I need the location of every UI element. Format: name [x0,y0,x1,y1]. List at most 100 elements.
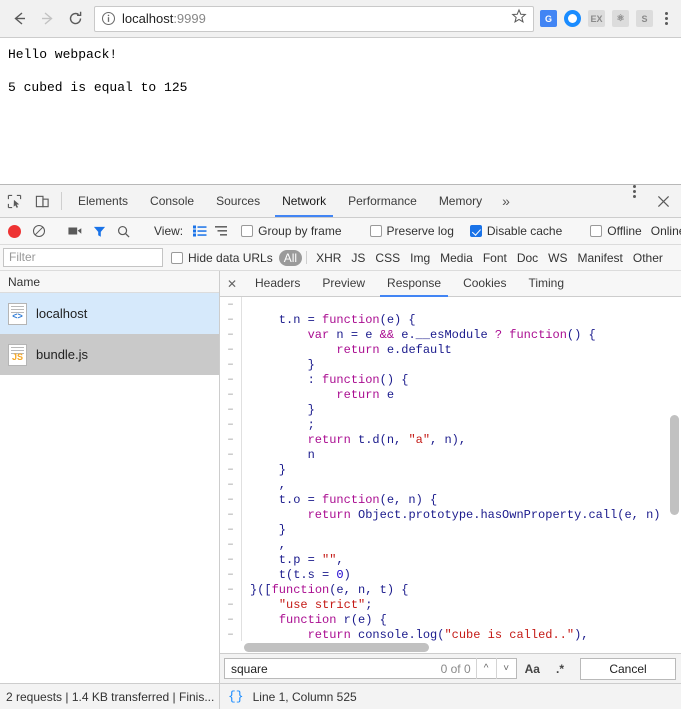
offline-checkbox[interactable]: Offline [590,224,641,238]
scrollbar-thumb[interactable] [670,415,679,515]
record-button[interactable] [8,225,21,238]
tab-elements[interactable]: Elements [67,185,139,217]
code-search-bar: square 0 of 0 ^ ˅ Aa .* Cancel [220,653,681,683]
request-row-localhost[interactable]: <> localhost [0,293,219,334]
vertical-scrollbar[interactable] [670,297,679,641]
checkbox-box[interactable] [590,225,602,237]
more-tabs-icon[interactable]: » [493,185,519,217]
pretty-print-icon[interactable]: {} [228,689,244,704]
info-icon[interactable] [101,11,116,26]
network-filter-bar: Filter Hide data URLs All XHR JS CSS Img… [0,245,681,271]
regex-button[interactable]: .* [548,662,572,676]
checkbox-box[interactable] [241,225,253,237]
list-view-icon[interactable] [190,221,210,241]
checkbox-box[interactable] [470,225,482,237]
column-header-name: Name [8,275,40,289]
filter-type-ws[interactable]: WS [543,250,572,266]
inspect-element-icon[interactable] [0,185,28,217]
back-button[interactable] [6,6,32,32]
network-toolbar: View: Group by frame Preserve log Disabl… [0,218,681,245]
request-list: Name <> localhost JS bundle.js [0,271,220,683]
response-close-icon[interactable]: ✕ [220,277,244,291]
address-bar[interactable]: localhost:9999 [94,6,534,32]
filter-type-font[interactable]: Font [478,250,512,266]
extension-label: S [641,14,647,24]
response-code-viewer[interactable]: ––––––––––––––––––––––––––– t.n = functi… [220,297,681,653]
filter-type-img[interactable]: Img [405,250,435,266]
scrollbar-thumb[interactable] [244,643,429,652]
filter-type-js[interactable]: JS [346,250,370,266]
filter-type-media[interactable]: Media [435,250,478,266]
tab-label: Memory [439,194,482,208]
browser-toolbar: localhost:9999 G EX ⚛ S [0,0,681,38]
tab-cookies[interactable]: Cookies [452,271,517,297]
filter-type-all[interactable]: All [279,250,302,266]
checkbox-box[interactable] [171,252,183,264]
ex-extension-icon[interactable]: EX [588,10,605,27]
tab-preview[interactable]: Preview [311,271,376,297]
waterfall-view-icon[interactable] [212,221,232,241]
forward-button[interactable] [34,6,60,32]
divider [61,192,62,210]
search-next-icon[interactable]: ˅ [496,658,516,679]
html-document-icon: <> [8,303,27,325]
reload-button[interactable] [62,6,88,32]
match-case-button[interactable]: Aa [517,662,548,676]
request-list-header[interactable]: Name [0,271,219,293]
hide-data-urls-checkbox[interactable]: Hide data URLs [171,251,273,265]
browser-menu-icon[interactable] [657,12,675,25]
tab-sources[interactable]: Sources [205,185,271,217]
devtools-close-icon[interactable] [649,185,677,217]
search-icon[interactable] [112,220,134,242]
extension-label: G [545,14,552,24]
response-tabbar: ✕ Headers Preview Response Cookies Timin… [220,271,681,297]
blue-circle-extension-icon[interactable] [564,10,581,27]
tab-headers[interactable]: Headers [244,271,311,297]
preserve-log-checkbox[interactable]: Preserve log [370,224,454,238]
filter-type-css[interactable]: CSS [370,250,405,266]
tab-console[interactable]: Console [139,185,205,217]
javascript-file-icon: JS [8,344,27,366]
filter-type-manifest[interactable]: Manifest [573,250,628,266]
response-pane: ✕ Headers Preview Response Cookies Timin… [220,271,681,683]
offline-label: Offline [607,224,641,238]
search-prev-icon[interactable]: ^ [476,658,496,679]
group-by-frame-checkbox[interactable]: Group by frame [241,224,341,238]
tab-performance[interactable]: Performance [337,185,428,217]
tab-timing[interactable]: Timing [517,271,575,297]
url-port: :9999 [173,11,206,26]
search-match-count: 0 of 0 [441,662,476,676]
horizontal-scrollbar[interactable] [244,643,669,652]
network-body: Name <> localhost JS bundle.js [0,271,681,683]
filter-icon[interactable] [88,220,110,242]
s-extension-icon[interactable]: S [636,10,653,27]
filter-type-other[interactable]: Other [628,250,668,266]
preserve-log-label: Preserve log [387,224,454,238]
filter-type-xhr[interactable]: XHR [311,250,346,266]
disable-cache-checkbox[interactable]: Disable cache [470,224,562,238]
camera-icon[interactable] [64,220,86,242]
filter-type-doc[interactable]: Doc [512,250,543,266]
tab-memory[interactable]: Memory [428,185,493,217]
online-label: Online [651,224,681,238]
filter-input[interactable]: Filter [3,248,163,267]
request-row-bundle-js[interactable]: JS bundle.js [0,334,219,375]
search-input[interactable]: square 0 of 0 ^ ˅ [224,658,517,679]
page-heading-text: Hello webpack! [8,47,673,62]
view-label: View: [154,224,183,238]
device-toolbar-icon[interactable] [28,185,56,217]
clear-icon[interactable] [28,220,50,242]
cancel-button[interactable]: Cancel [580,658,676,680]
react-devtools-extension-icon[interactable]: ⚛ [612,10,629,27]
tab-network[interactable]: Network [271,185,337,217]
star-icon[interactable] [511,8,527,29]
google-translate-extension-icon[interactable]: G [540,10,557,27]
code-content[interactable]: t.n = function(e) { var n = e && e.__esM… [242,297,671,641]
code-scroll-area: ––––––––––––––––––––––––––– t.n = functi… [220,297,671,641]
page-content: Hello webpack! 5 cubed is equal to 125 [0,38,681,184]
address-bar-url: localhost:9999 [122,11,206,26]
group-by-frame-label: Group by frame [258,224,341,238]
checkbox-box[interactable] [370,225,382,237]
devtools-settings-icon[interactable] [625,185,643,217]
tab-response[interactable]: Response [376,271,452,297]
